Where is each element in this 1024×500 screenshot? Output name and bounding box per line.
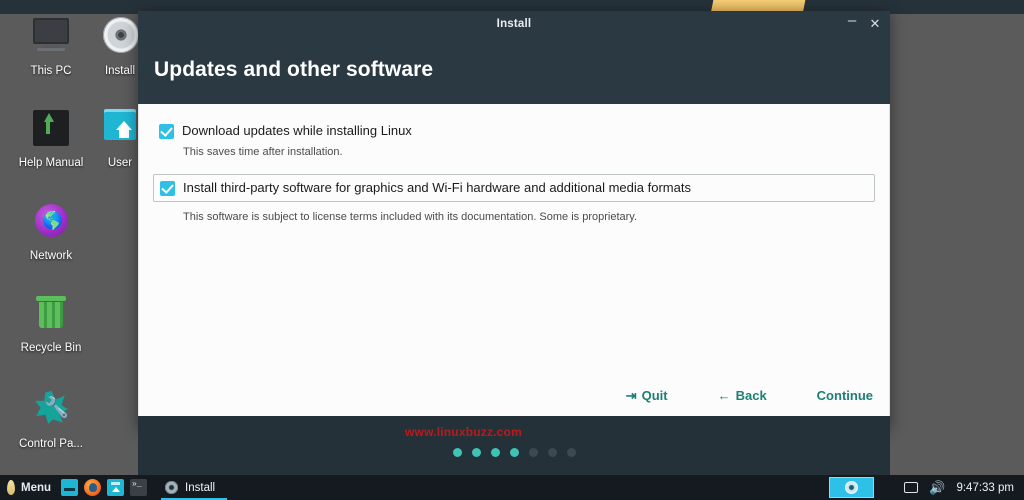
option-label: Install third-party software for graphic… — [183, 180, 691, 195]
task-list: Install — [161, 475, 228, 500]
desktop-icon-label: Network — [29, 250, 73, 262]
display-icon[interactable] — [898, 475, 924, 500]
option-help-text: This saves time after installation. — [183, 146, 343, 158]
back-button-label: Back — [735, 388, 767, 403]
quit-button[interactable]: ⇥ Quit — [626, 388, 668, 403]
disc-icon — [165, 481, 179, 494]
disc-icon — [845, 481, 859, 494]
desktop-icon-label: Recycle Bin — [20, 342, 82, 354]
shell-icon[interactable] — [130, 479, 148, 496]
close-icon[interactable]: ✕ — [868, 17, 882, 30]
window-controls: – ✕ — [845, 11, 882, 36]
continue-button[interactable]: Continue — [817, 388, 873, 403]
map-icon — [29, 106, 73, 150]
disc-icon — [98, 14, 142, 58]
firefox-icon[interactable] — [84, 479, 102, 496]
checkbox-download-updates[interactable] — [159, 124, 174, 139]
clock[interactable]: 9:47:33 pm — [950, 482, 1024, 494]
menu-logo-icon — [7, 480, 15, 495]
start-menu-button[interactable]: Menu — [0, 475, 59, 500]
progress-dot — [509, 447, 519, 457]
desktop-icon-label: Control Pa... — [19, 438, 83, 450]
wrench-icon: 🔧 — [29, 387, 73, 431]
window-titlebar: Install – ✕ — [138, 11, 890, 36]
task-label: Install — [185, 481, 216, 494]
arrow-left-icon: ← — [717, 388, 731, 403]
desktop-icon-recycle-bin[interactable]: Recycle Bin — [1, 291, 101, 355]
progress-dot — [452, 447, 462, 457]
dialog-header: Updates and other software — [138, 36, 890, 104]
progress-dot — [547, 447, 557, 457]
trash-icon — [29, 291, 73, 335]
tray-window-preview[interactable] — [829, 477, 875, 498]
start-menu-label: Menu — [21, 481, 52, 494]
terminal-icon[interactable] — [61, 479, 79, 496]
checkbox-third-party-software[interactable] — [160, 181, 175, 196]
progress-dots — [452, 447, 576, 457]
task-button-install[interactable]: Install — [161, 475, 228, 500]
desktop-icon-network[interactable]: 🌎 Network — [1, 199, 101, 263]
exit-icon: ⇥ — [625, 388, 637, 403]
volume-icon[interactable]: 🔊 — [924, 475, 950, 500]
desktop-icon-control-panel[interactable]: 🔧 Control Pa... — [1, 387, 101, 451]
dialog-content: Download updates while installing Linux … — [138, 104, 890, 439]
quit-button-label: Quit — [641, 388, 668, 403]
dialog-actions: ⇥ Quit ← Back Continue — [139, 388, 889, 403]
continue-button-label: Continue — [816, 388, 873, 403]
watermark: www.linuxbuzz.com — [405, 425, 522, 439]
option-label: Download updates while installing Linux — [182, 123, 412, 138]
monitor-icon — [29, 14, 73, 58]
installer-window: Install – ✕ Updates and other software D… — [138, 11, 890, 488]
minimize-icon[interactable]: – — [845, 13, 859, 28]
progress-dot — [471, 447, 481, 457]
option-third-party-software[interactable]: Install third-party software for graphic… — [153, 174, 875, 202]
taskbar: Menu Install 🔊 9:47:33 pm — [0, 475, 1024, 500]
option-download-updates[interactable]: Download updates while installing Linux — [153, 120, 875, 139]
home-folder-icon — [98, 106, 142, 150]
window-title: Install — [496, 17, 532, 30]
page-title: Updates and other software — [154, 58, 434, 81]
progress-dot — [566, 447, 576, 457]
progress-dot — [528, 447, 538, 457]
system-tray: 🔊 9:47:33 pm — [829, 475, 1024, 500]
progress-dot — [490, 447, 500, 457]
globe-icon: 🌎 — [29, 199, 73, 243]
quick-launch-bar — [59, 479, 148, 496]
option-help-text: This software is subject to license term… — [183, 211, 638, 223]
file-manager-icon[interactable] — [107, 479, 125, 496]
back-button[interactable]: ← Back — [718, 388, 767, 403]
